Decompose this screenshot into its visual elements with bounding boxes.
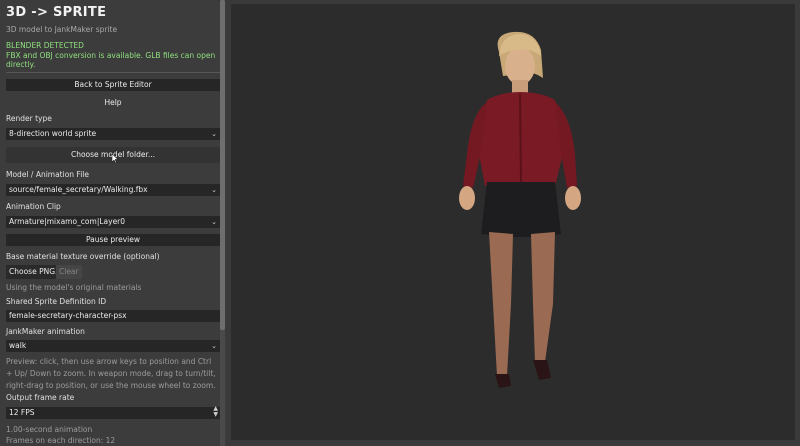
back-to-sprite-editor-button[interactable]: Back to Sprite Editor — [6, 79, 220, 91]
frames-per-direction-text: Frames on each direction: 12 — [6, 436, 116, 445]
blender-status-detail: FBX and OBJ conversion is available. GLB… — [6, 51, 216, 69]
render-type-value: 8-direction world sprite — [9, 129, 97, 138]
jankmaker-animation-dropdown[interactable]: walk ⌄ — [6, 340, 220, 352]
scrollbar-thumb[interactable] — [220, 0, 225, 330]
divider — [6, 72, 220, 73]
preview-hint: Preview: click, then use arrow keys to p… — [6, 357, 216, 390]
jankmaker-animation-label: JankMaker animation — [6, 327, 85, 336]
sprite-definition-input[interactable]: female-secretary-character-psx — [6, 310, 220, 322]
help-button[interactable]: Help — [6, 98, 220, 107]
pause-preview-button[interactable]: Pause preview — [6, 234, 220, 246]
model-file-value: source/female_secretary/Walking.fbx — [9, 185, 148, 194]
app-title: 3D -> SPRITE — [6, 5, 107, 20]
texture-override-hint: Using the model's original materials — [6, 283, 142, 292]
panel-scrollbar[interactable] — [220, 0, 225, 446]
sprite-definition-label: Shared Sprite Definition ID — [6, 297, 107, 306]
up-down-stepper-icon[interactable]: ▲ ▼ — [213, 406, 218, 418]
clear-texture-button[interactable]: Clear — [56, 265, 82, 279]
model-file-dropdown[interactable]: source/female_secretary/Walking.fbx ⌄ — [6, 184, 220, 196]
chevron-down-icon: ⌄ — [211, 130, 217, 138]
mouse-pointer-icon — [112, 154, 118, 163]
chevron-down-icon: ⌄ — [211, 186, 217, 194]
model-preview-viewport[interactable] — [231, 4, 795, 440]
animation-clip-value: Armature|mixamo_com|Layer0 — [9, 217, 126, 226]
blender-status-title: BLENDER DETECTED — [6, 41, 84, 50]
character-model-preview — [459, 31, 581, 388]
chevron-down-icon: ⌄ — [211, 218, 217, 226]
animation-clip-label: Animation Clip — [6, 202, 61, 211]
app-subtitle: 3D model to JankMaker sprite — [6, 25, 118, 34]
animation-clip-dropdown[interactable]: Armature|mixamo_com|Layer0 ⌄ — [6, 216, 220, 228]
frame-rate-input[interactable]: 12 FPS ▲ ▼ — [6, 406, 220, 419]
texture-override-label: Base material texture override (optional… — [6, 252, 160, 261]
sprite-definition-value: female-secretary-character-psx — [9, 311, 127, 320]
jankmaker-animation-value: walk — [9, 341, 27, 350]
render-type-label: Render type — [6, 114, 52, 123]
frame-rate-label: Output frame rate — [6, 393, 75, 402]
settings-panel: 3D -> SPRITE 3D model to JankMaker sprit… — [0, 0, 226, 446]
frame-rate-value: 12 FPS — [9, 408, 35, 417]
chevron-down-icon: ⌄ — [211, 342, 217, 350]
render-type-dropdown[interactable]: 8-direction world sprite ⌄ — [6, 128, 220, 140]
model-file-label: Model / Animation File — [6, 170, 89, 179]
